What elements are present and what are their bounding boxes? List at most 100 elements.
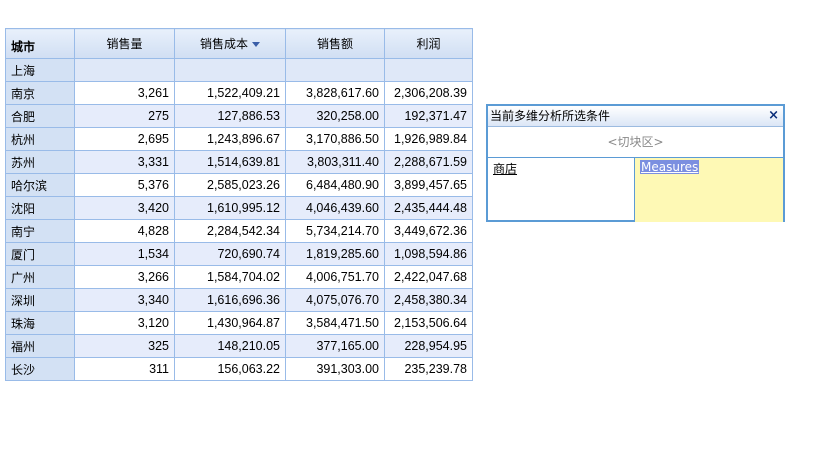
table-row: 深圳 3,340 1,616,696.36 4,075,076.70 2,458,380… bbox=[5, 288, 473, 312]
row-header-city[interactable]: 哈尔滨 bbox=[5, 173, 75, 197]
table-cell: 4,046,439.60 bbox=[285, 196, 385, 220]
table-cell: 1,584,704.02 bbox=[174, 265, 286, 289]
table-cell bbox=[174, 58, 286, 82]
table-cell: 3,449,672.36 bbox=[384, 219, 473, 243]
condition-panel: 当前多维分析所选条件 × <切块区> 商店 Measures bbox=[486, 104, 785, 222]
table-cell: 3,899,457.65 bbox=[384, 173, 473, 197]
page: 城市 销售量 销售成本 销售额 利润 上海 南京 3,261 1,522,409.21… bbox=[0, 0, 815, 454]
column-header-sales-cost[interactable]: 销售成本 bbox=[174, 28, 286, 59]
column-header-sales-amount[interactable]: 销售额 bbox=[285, 28, 385, 59]
table-cell: 1,610,995.12 bbox=[174, 196, 286, 220]
table-cell: 377,165.00 bbox=[285, 334, 385, 358]
table-cell: 4,828 bbox=[74, 219, 175, 243]
table-cell: 2,422,047.68 bbox=[384, 265, 473, 289]
table-cell: 3,420 bbox=[74, 196, 175, 220]
measure-zone[interactable]: Measures bbox=[635, 158, 783, 222]
table-cell: 192,371.47 bbox=[384, 104, 473, 128]
row-header-city[interactable]: 南宁 bbox=[5, 219, 75, 243]
close-icon[interactable]: × bbox=[768, 106, 779, 126]
header-row: 城市 销售量 销售成本 销售额 利润 bbox=[5, 28, 473, 59]
table-row: 杭州 2,695 1,243,896.67 3,170,886.50 1,926,989… bbox=[5, 127, 473, 151]
row-header-city[interactable]: 杭州 bbox=[5, 127, 75, 151]
table-cell: 3,120 bbox=[74, 311, 175, 335]
table-cell: 1,616,696.36 bbox=[174, 288, 286, 312]
table-cell: 2,153,506.64 bbox=[384, 311, 473, 335]
row-dimension-zone[interactable]: 商店 bbox=[488, 158, 635, 222]
corner-header: 城市 bbox=[5, 28, 75, 59]
row-header-city[interactable]: 沈阳 bbox=[5, 196, 75, 220]
sort-desc-icon[interactable] bbox=[252, 42, 260, 47]
condition-panel-title: 当前多维分析所选条件 bbox=[490, 109, 611, 123]
table-cell: 127,886.53 bbox=[174, 104, 286, 128]
row-header-city[interactable]: 广州 bbox=[5, 265, 75, 289]
row-header-city[interactable]: 长沙 bbox=[5, 357, 75, 381]
row-header-city[interactable]: 苏州 bbox=[5, 150, 75, 174]
table-cell: 1,243,896.67 bbox=[174, 127, 286, 151]
table-cell: 6,484,480.90 bbox=[285, 173, 385, 197]
table-cell: 311 bbox=[74, 357, 175, 381]
column-header-label: 销售量 bbox=[106, 37, 143, 51]
table-row: 苏州 3,331 1,514,639.81 3,803,311.40 2,288,671… bbox=[5, 150, 473, 174]
table-row: 厦门 1,534 720,690.74 1,819,285.60 1,098,594.8… bbox=[5, 242, 473, 266]
table-cell: 2,306,208.39 bbox=[384, 81, 473, 105]
table-cell: 2,435,444.48 bbox=[384, 196, 473, 220]
table-cell: 228,954.95 bbox=[384, 334, 473, 358]
table-cell: 3,803,311.40 bbox=[285, 150, 385, 174]
table-row: 沈阳 3,420 1,610,995.12 4,046,439.60 2,435,444… bbox=[5, 196, 473, 220]
table-cell: 3,584,471.50 bbox=[285, 311, 385, 335]
table-cell: 1,430,964.87 bbox=[174, 311, 286, 335]
column-header-label: 销售额 bbox=[316, 37, 353, 51]
row-header-city[interactable]: 合肥 bbox=[5, 104, 75, 128]
table-cell: 156,063.22 bbox=[174, 357, 286, 381]
measures-link[interactable]: Measures bbox=[640, 160, 700, 174]
table-cell: 235,239.78 bbox=[384, 357, 473, 381]
table-cell: 320,258.00 bbox=[285, 104, 385, 128]
table-cell: 3,266 bbox=[74, 265, 175, 289]
table-cell: 2,585,023.26 bbox=[174, 173, 286, 197]
table-cell: 1,522,409.21 bbox=[174, 81, 286, 105]
row-header-city[interactable]: 福州 bbox=[5, 334, 75, 358]
table-row: 合肥 275 127,886.53 320,258.00 192,371.47 bbox=[5, 104, 473, 128]
table-row: 上海 bbox=[5, 58, 473, 82]
table-row: 广州 3,266 1,584,704.02 4,006,751.70 2,422,047… bbox=[5, 265, 473, 289]
column-header-label: 销售成本 bbox=[199, 37, 248, 51]
table-cell: 2,288,671.59 bbox=[384, 150, 473, 174]
table-cell: 1,098,594.86 bbox=[384, 242, 473, 266]
table-cell: 148,210.05 bbox=[174, 334, 286, 358]
table-cell: 3,261 bbox=[74, 81, 175, 105]
table-cell: 3,331 bbox=[74, 150, 175, 174]
table-cell: 1,819,285.60 bbox=[285, 242, 385, 266]
column-header-profit[interactable]: 利润 bbox=[384, 28, 473, 59]
table-cell: 3,170,886.50 bbox=[285, 127, 385, 151]
row-header-city[interactable]: 南京 bbox=[5, 81, 75, 105]
table-cell: 1,534 bbox=[74, 242, 175, 266]
table-cell: 5,734,214.70 bbox=[285, 219, 385, 243]
table-cell: 275 bbox=[74, 104, 175, 128]
table-cell: 4,075,076.70 bbox=[285, 288, 385, 312]
table-cell: 720,690.74 bbox=[174, 242, 286, 266]
dimension-store-link[interactable]: 商店 bbox=[493, 162, 517, 176]
table-row: 南宁 4,828 2,284,542.34 5,734,214.70 3,449,672… bbox=[5, 219, 473, 243]
row-header-city[interactable]: 上海 bbox=[5, 58, 75, 82]
table-row: 南京 3,261 1,522,409.21 3,828,617.60 2,306,208… bbox=[5, 81, 473, 105]
row-header-city[interactable]: 厦门 bbox=[5, 242, 75, 266]
table-cell: 325 bbox=[74, 334, 175, 358]
condition-axes: 商店 Measures bbox=[488, 158, 783, 222]
table-cell bbox=[384, 58, 473, 82]
column-header-label: 利润 bbox=[416, 37, 441, 51]
pivot-table: 城市 销售量 销售成本 销售额 利润 上海 南京 3,261 1,522,409.21… bbox=[5, 28, 473, 381]
table-row: 哈尔滨 5,376 2,585,023.26 6,484,480.90 3,899,45… bbox=[5, 173, 473, 197]
pivot-body: 上海 南京 3,261 1,522,409.21 3,828,617.60 2,306,2… bbox=[5, 58, 473, 381]
table-cell: 4,006,751.70 bbox=[285, 265, 385, 289]
table-cell: 2,695 bbox=[74, 127, 175, 151]
table-cell: 1,514,639.81 bbox=[174, 150, 286, 174]
table-cell: 3,828,617.60 bbox=[285, 81, 385, 105]
table-cell: 1,926,989.84 bbox=[384, 127, 473, 151]
slice-zone[interactable]: <切块区> bbox=[488, 127, 783, 158]
row-header-city[interactable]: 珠海 bbox=[5, 311, 75, 335]
condition-panel-header: 当前多维分析所选条件 × bbox=[488, 106, 783, 127]
row-header-city[interactable]: 深圳 bbox=[5, 288, 75, 312]
column-header-sales-qty[interactable]: 销售量 bbox=[74, 28, 175, 59]
table-cell: 2,458,380.34 bbox=[384, 288, 473, 312]
table-cell bbox=[74, 58, 175, 82]
